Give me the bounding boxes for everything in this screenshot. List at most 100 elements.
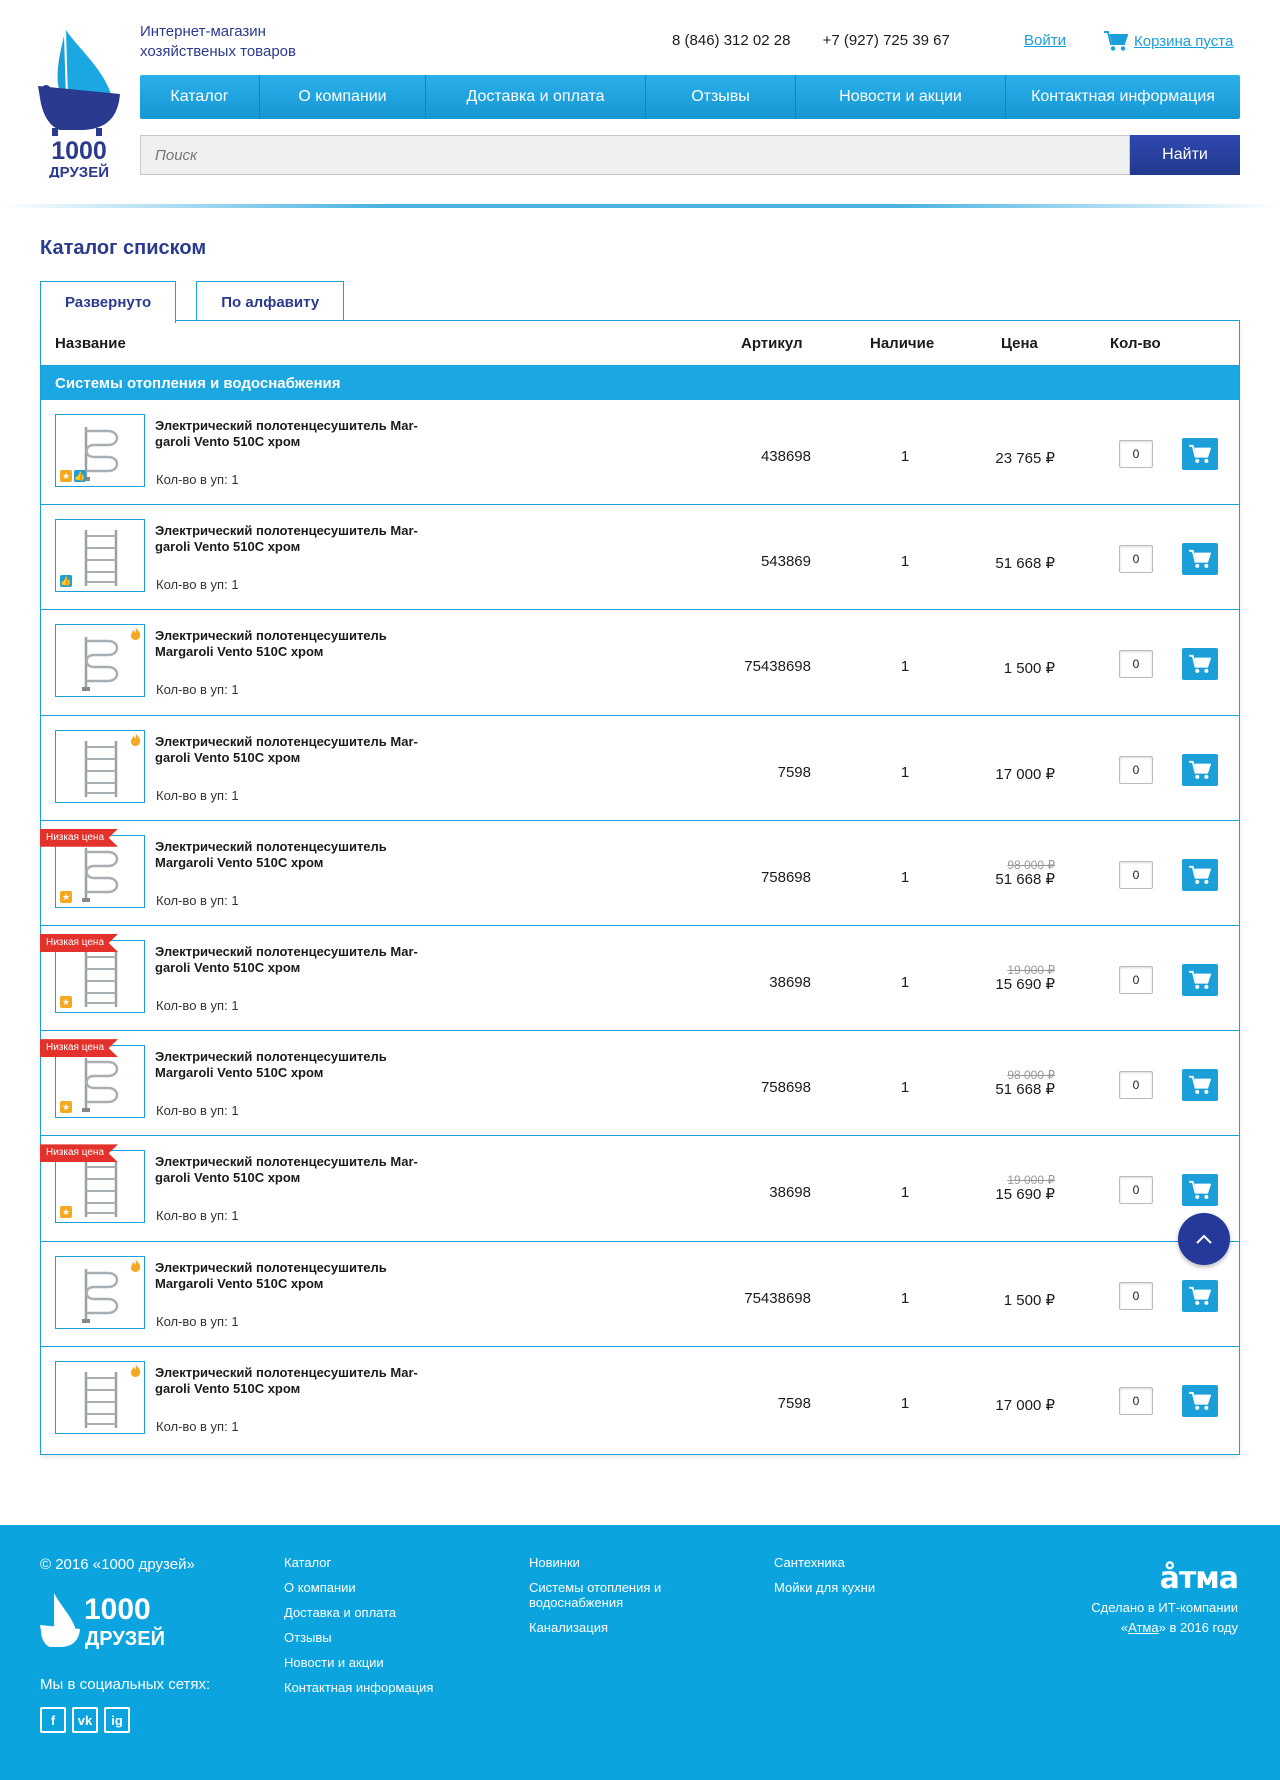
- star-badge-icon: ★: [60, 1101, 72, 1114]
- product-name[interactable]: Электрический полотенцесушитель Mar-garo…: [155, 418, 425, 450]
- product-price: 1 500 ₽: [1003, 1291, 1055, 1309]
- footer-link[interactable]: Новинки: [529, 1555, 689, 1570]
- pack-quantity: Кол-во в уп: 1: [156, 472, 239, 487]
- vk-icon[interactable]: vk: [72, 1707, 98, 1733]
- towel-dryer-icon: [82, 847, 119, 902]
- footer-link[interactable]: Каталог: [284, 1555, 484, 1570]
- product-name[interactable]: Электрический полотенцесушитель Mar-garo…: [155, 1154, 425, 1186]
- quantity-input[interactable]: 0: [1119, 440, 1153, 468]
- add-to-cart-button[interactable]: [1182, 543, 1218, 576]
- footer-link[interactable]: Отзывы: [284, 1630, 484, 1645]
- footer-link[interactable]: Канализация: [529, 1620, 689, 1635]
- cart-link[interactable]: Корзина пуста: [1104, 30, 1233, 52]
- quantity-input[interactable]: 0: [1119, 965, 1153, 994]
- star-badge-icon: ★: [60, 1206, 72, 1219]
- nav-item-delivery[interactable]: Доставка и оплата: [426, 75, 646, 119]
- quantity-input[interactable]: 0: [1119, 1071, 1153, 1100]
- cart-icon: [1189, 970, 1211, 989]
- product-stock: 1: [900, 973, 910, 991]
- nav-item-contacts[interactable]: Контактная информация: [1006, 75, 1240, 119]
- product-name[interactable]: Электрический полотенцесушитель Mar-garo…: [155, 734, 425, 766]
- quantity-input[interactable]: 0: [1119, 1386, 1153, 1415]
- footer-link[interactable]: Контактная информация: [284, 1680, 484, 1695]
- product-thumbnail[interactable]: 👍: [55, 519, 145, 593]
- quantity-input[interactable]: 0: [1119, 545, 1153, 574]
- add-to-cart-button[interactable]: [1182, 438, 1218, 470]
- fire-icon: [130, 732, 141, 746]
- footer-link[interactable]: О компании: [284, 1580, 484, 1595]
- cart-icon: [1189, 1181, 1211, 1200]
- search-input[interactable]: [140, 135, 1130, 175]
- product-price: 23 765 ₽: [995, 450, 1055, 467]
- add-to-cart-button[interactable]: [1182, 1069, 1218, 1102]
- product-thumbnail[interactable]: [55, 624, 145, 698]
- cart-label: Корзина пуста: [1134, 32, 1234, 50]
- footer-logo[interactable]: 1000 ДРУЗЕЙ: [40, 1591, 190, 1651]
- table-row: 👍 Электрический полотенцесушитель Mar-gar…: [41, 505, 1239, 611]
- facebook-icon[interactable]: f: [40, 1707, 66, 1733]
- add-to-cart-button[interactable]: [1182, 648, 1218, 681]
- low-price-flag: Низкая цена: [40, 1039, 119, 1058]
- quantity-input[interactable]: 0: [1119, 1281, 1153, 1310]
- table-row: Электрический полотенцесушитель Margarol…: [41, 610, 1239, 716]
- product-thumbnail[interactable]: [55, 1255, 145, 1329]
- scroll-to-top-button[interactable]: [1178, 1213, 1230, 1265]
- add-to-cart-button[interactable]: [1182, 858, 1218, 891]
- cart-icon: [1189, 1076, 1211, 1094]
- search-button[interactable]: Найти: [1130, 135, 1240, 175]
- svg-text:ДРУЗЕЙ: ДРУЗЕЙ: [49, 163, 109, 178]
- footer-link[interactable]: Новости и акции: [284, 1655, 484, 1670]
- main-nav: Каталог О компании Доставка и оплата Отз…: [140, 75, 1240, 119]
- atma-link[interactable]: Атма: [1128, 1620, 1159, 1635]
- copyright: © 2016 «1000 друзей»: [40, 1556, 195, 1573]
- phone-numbers: 8 (846) 312 02 28 +7 (927) 725 39 67: [672, 32, 978, 49]
- quantity-input[interactable]: 0: [1119, 1176, 1153, 1205]
- product-name[interactable]: Электрический полотенцесушитель Mar-garo…: [155, 1365, 425, 1397]
- add-to-cart-button[interactable]: [1182, 1174, 1218, 1207]
- nav-item-news[interactable]: Новости и акции: [796, 75, 1006, 119]
- product-name[interactable]: Электрический полотенцесушитель Margarol…: [155, 1260, 425, 1292]
- cart-icon: [1189, 1286, 1211, 1305]
- site-logo[interactable]: 1000 ДРУЗЕЙ: [36, 26, 122, 181]
- category-header[interactable]: Системы отопления и водоснабжения: [41, 366, 1239, 400]
- table-row: Электрический полотенцесушитель Mar-garo…: [41, 716, 1239, 821]
- quantity-input[interactable]: 0: [1119, 755, 1153, 784]
- phone-2[interactable]: +7 (927) 725 39 67: [823, 32, 950, 49]
- tab-expanded[interactable]: Развернуто: [40, 281, 177, 323]
- atma-logo[interactable]: åтма: [1160, 1561, 1239, 1596]
- towel-dryer-icon: [82, 637, 119, 692]
- product-name[interactable]: Электрический полотенцесушитель Mar-garo…: [155, 944, 425, 976]
- tab-alphabetical[interactable]: По алфавиту: [196, 281, 345, 322]
- product-thumbnail[interactable]: ★ 👍: [55, 414, 145, 487]
- product-name[interactable]: Электрический полотенцесушитель Margarol…: [155, 839, 425, 871]
- footer-link[interactable]: Доставка и оплата: [284, 1605, 484, 1620]
- svg-text:1000: 1000: [84, 1593, 151, 1626]
- nav-item-reviews[interactable]: Отзывы: [646, 75, 796, 119]
- pack-quantity: Кол-во в уп: 1: [156, 682, 239, 698]
- site-tagline: Интернет-магазин хозяйственых товаров: [140, 23, 296, 60]
- phone-1[interactable]: 8 (846) 312 02 28: [672, 32, 790, 49]
- table-row: ★ 👍 Электрический полотенцесушитель Mar-ga…: [41, 400, 1239, 506]
- nav-item-catalog[interactable]: Каталог: [140, 75, 260, 119]
- product-name[interactable]: Электрический полотенцесушитель Margarol…: [155, 628, 425, 660]
- quantity-input[interactable]: 0: [1119, 860, 1153, 889]
- quantity-input[interactable]: 0: [1119, 650, 1153, 679]
- pack-quantity: Кол-во в уп: 1: [156, 787, 239, 803]
- product-name[interactable]: Электрический полотенцесушитель Margarol…: [155, 1049, 425, 1081]
- product-thumbnail[interactable]: [55, 729, 145, 803]
- nav-item-about[interactable]: О компании: [260, 75, 426, 119]
- product-name[interactable]: Электрический полотенцесушитель Mar-garo…: [155, 523, 425, 555]
- add-to-cart-button[interactable]: [1182, 753, 1218, 786]
- instagram-icon[interactable]: ig: [104, 1707, 130, 1733]
- footer-link[interactable]: Сантехника: [774, 1555, 934, 1570]
- add-to-cart-button[interactable]: [1182, 1279, 1218, 1312]
- add-to-cart-button[interactable]: [1182, 1384, 1218, 1417]
- star-badge-icon: ★: [60, 995, 72, 1008]
- add-to-cart-button[interactable]: [1182, 963, 1218, 996]
- footer-link[interactable]: Системы отопления и водоснабжения: [529, 1580, 689, 1610]
- page-title: Каталог списком: [40, 237, 207, 259]
- login-link[interactable]: Войти: [1024, 32, 1066, 49]
- column-stock: Наличие: [870, 335, 935, 352]
- footer-link[interactable]: Мойки для кухни: [774, 1580, 934, 1595]
- product-thumbnail[interactable]: [55, 1360, 145, 1434]
